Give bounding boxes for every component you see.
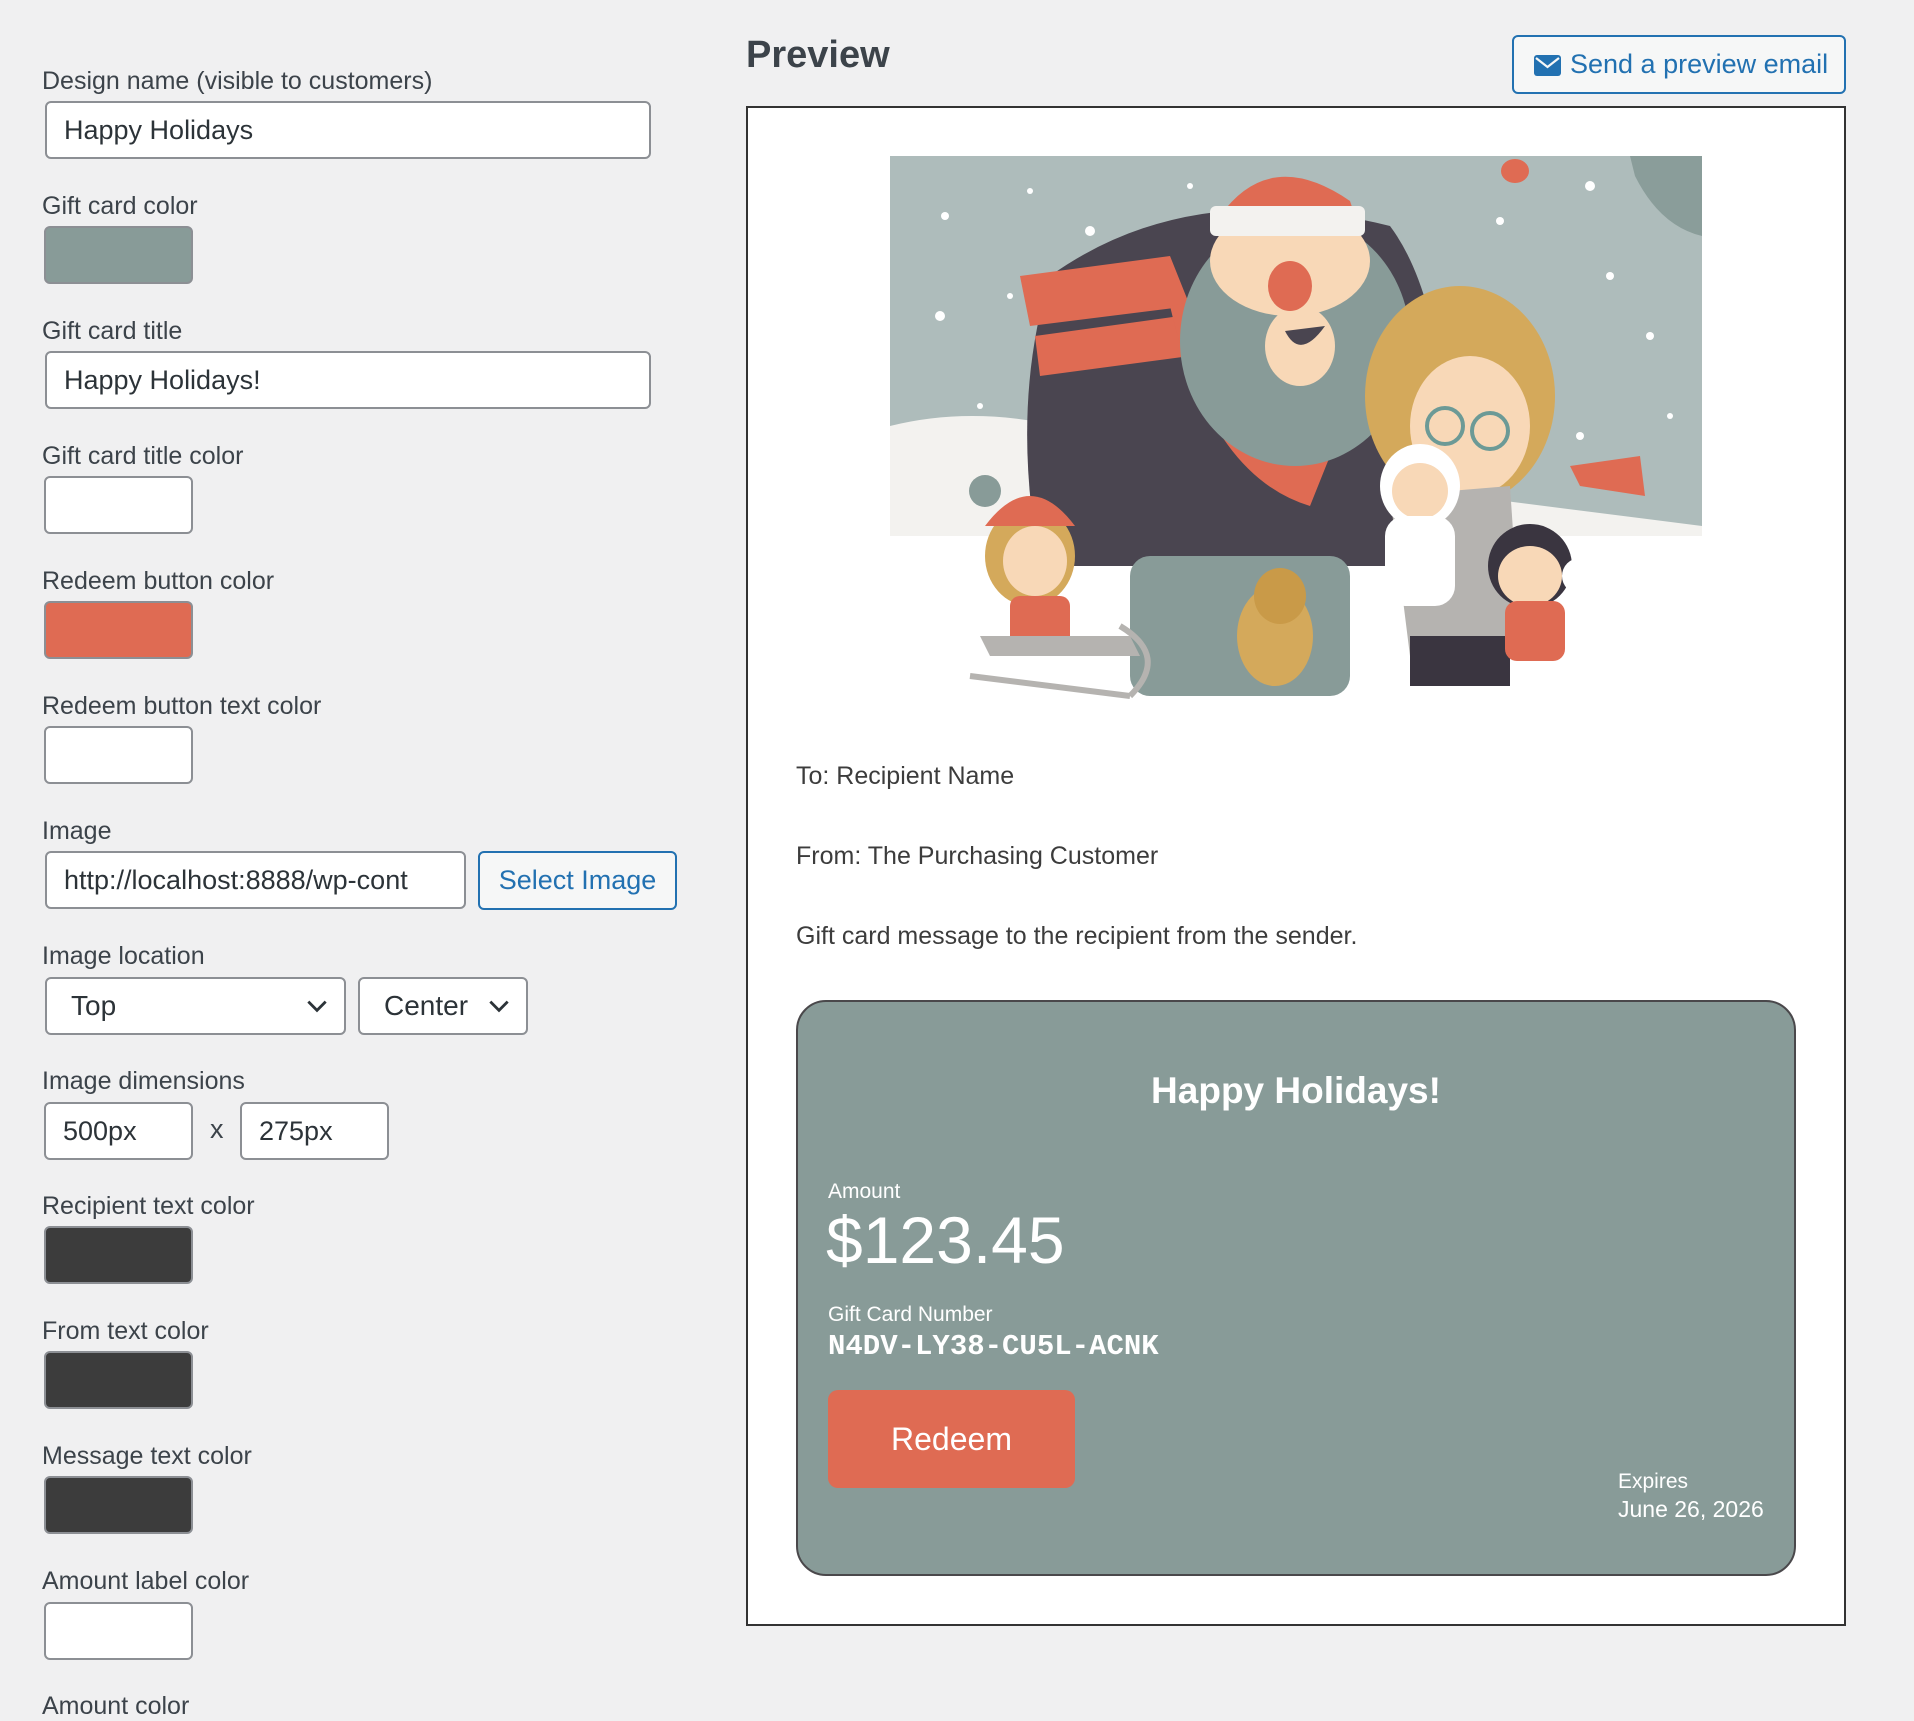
gift-card-title-color-swatch[interactable]	[44, 476, 193, 534]
image-location-vertical-value: Top	[71, 990, 117, 1021]
recipient-text-color-swatch[interactable]	[44, 1226, 193, 1284]
redeem-button[interactable]: Redeem	[828, 1390, 1075, 1488]
redeem-button-label: Redeem	[891, 1421, 1012, 1457]
chevron-down-icon	[489, 1000, 509, 1013]
image-location-label: Image location	[42, 942, 205, 970]
envelope-icon	[1534, 55, 1561, 76]
chevron-down-icon	[307, 1000, 327, 1013]
expires-label: Expires	[1618, 1470, 1689, 1493]
send-preview-email-button[interactable]: Send a preview email	[1512, 35, 1846, 94]
amount-color-label: Amount color	[42, 1692, 190, 1720]
message-text-color-label: Message text color	[42, 1442, 252, 1470]
gift-card-color-swatch[interactable]	[44, 226, 193, 284]
recipient-line: To: Recipient Name	[796, 762, 1015, 790]
image-width-input[interactable]: 500px	[44, 1102, 193, 1160]
amount-value: $123.45	[826, 1203, 1065, 1277]
gift-card-number: N4DV-LY38-CU5L-ACNK	[828, 1330, 1159, 1363]
gift-card-image	[890, 156, 1702, 706]
image-label: Image	[42, 817, 112, 845]
redeem-button-color-swatch[interactable]	[44, 601, 193, 659]
image-dimensions-label: Image dimensions	[42, 1067, 245, 1095]
gift-card-title-label: Gift card title	[42, 317, 183, 345]
gift-card-title: Happy Holidays!	[1151, 1070, 1441, 1111]
from-text-color-label: From text color	[42, 1317, 209, 1345]
image-url-input[interactable]: http://localhost:8888/wp-cont	[45, 851, 466, 909]
image-location-horizontal-value: Center	[384, 990, 469, 1021]
sender-line: From: The Purchasing Customer	[796, 842, 1159, 870]
design-name-input[interactable]: Happy Holidays	[45, 101, 651, 159]
from-text-color-swatch[interactable]	[44, 1351, 193, 1409]
gift-message: Gift card message to the recipient from …	[796, 922, 1358, 950]
redeem-button-text-color-swatch[interactable]	[44, 726, 193, 784]
gift-card-title-color-label: Gift card title color	[42, 442, 244, 470]
redeem-button-color-label: Redeem button color	[42, 567, 275, 595]
amount-label: Amount	[828, 1180, 901, 1203]
image-height-input[interactable]: 275px	[240, 1102, 389, 1160]
gift-card-number-label: Gift Card Number	[828, 1303, 993, 1326]
select-image-button[interactable]: Select Image	[478, 851, 677, 910]
image-location-vertical-select[interactable]: Top	[45, 977, 346, 1035]
gift-card-title-input[interactable]: Happy Holidays!	[45, 351, 651, 409]
recipient-text-color-label: Recipient text color	[42, 1192, 255, 1220]
gift-card: Happy Holidays! Amount $123.45 Gift Card…	[796, 1000, 1796, 1576]
message-text-color-swatch[interactable]	[44, 1476, 193, 1534]
redeem-button-text-color-label: Redeem button text color	[42, 692, 322, 720]
design-name-label: Design name (visible to customers)	[42, 67, 433, 95]
image-location-horizontal-select[interactable]: Center	[358, 977, 528, 1035]
dimension-separator: x	[210, 1114, 224, 1144]
send-preview-email-label: Send a preview email	[1570, 49, 1829, 79]
amount-label-color-label: Amount label color	[42, 1567, 250, 1595]
preview-heading: Preview	[746, 34, 890, 76]
gift-card-color-label: Gift card color	[42, 192, 198, 220]
amount-label-color-swatch[interactable]	[44, 1602, 193, 1660]
expires-date: June 26, 2026	[1618, 1496, 1764, 1522]
